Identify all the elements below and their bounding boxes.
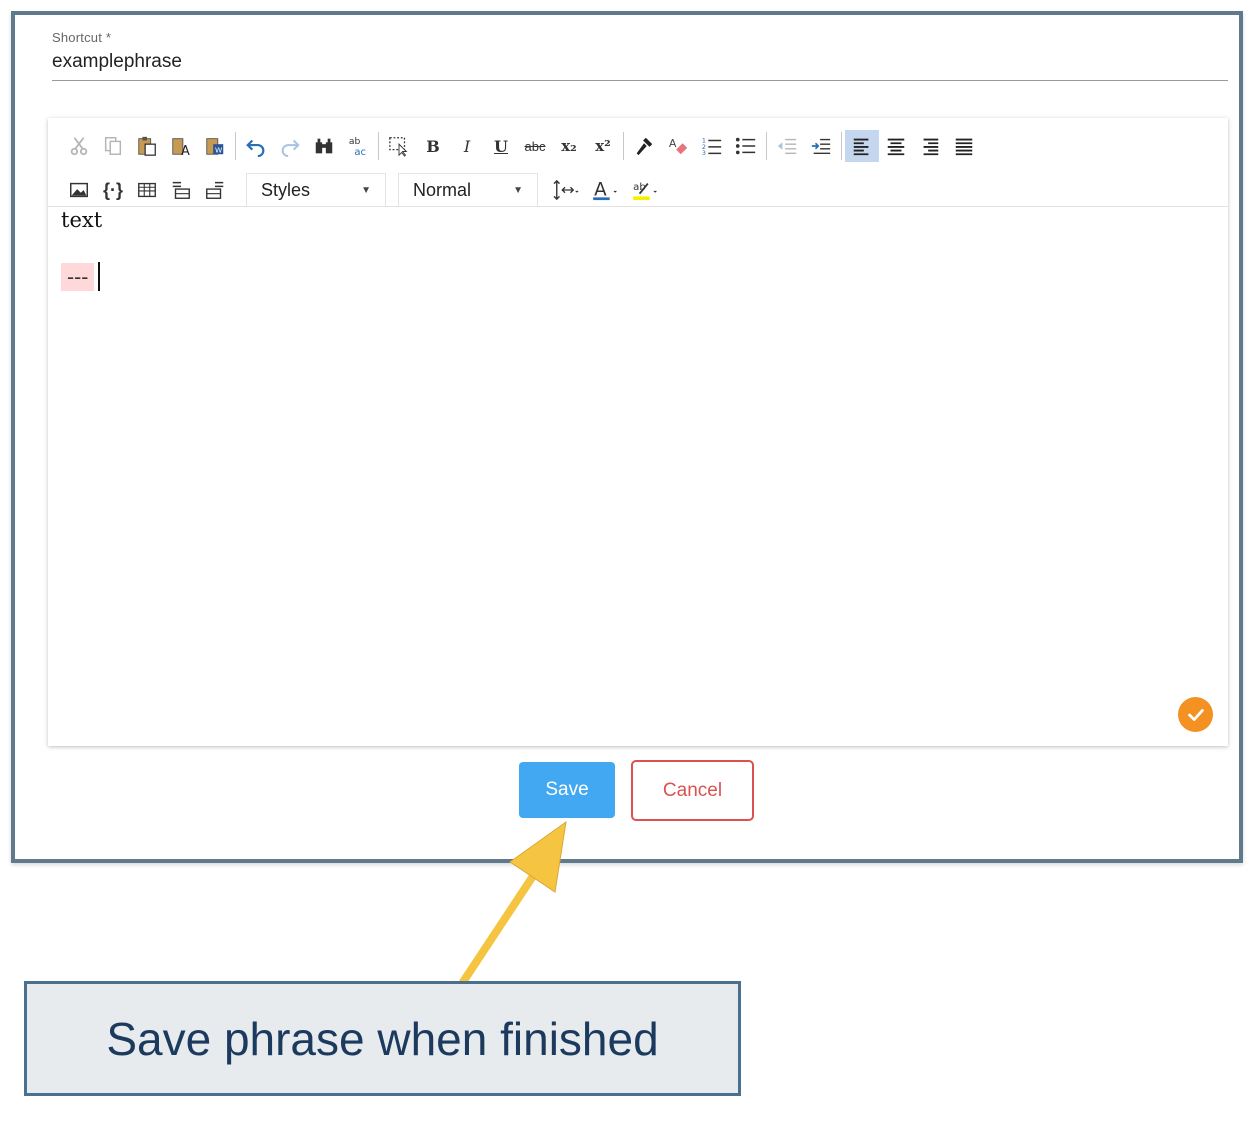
align-center-icon[interactable] <box>879 130 913 162</box>
numbered-list-icon[interactable]: 123 <box>695 130 729 162</box>
editor-toolbar: A W ab ac B I U abc x₂ x² A 1 2 3 {·} St… <box>48 118 1228 207</box>
format-dropdown[interactable]: Normal ▼ <box>398 173 538 207</box>
redo-icon[interactable] <box>273 130 307 162</box>
paste-word-icon[interactable]: W <box>198 130 232 162</box>
editor-highlighted-placeholder[interactable]: --- <box>61 263 95 291</box>
callout-text: Save phrase when finished <box>106 1012 659 1065</box>
toolbar-row-1: A W ab ac B I U abc x₂ x² A 1 2 3 <box>62 128 981 164</box>
insert-row-above-icon[interactable] <box>164 174 198 206</box>
svg-text:ac: ac <box>354 147 366 157</box>
underline-button[interactable]: U <box>484 130 518 162</box>
source-button[interactable]: {·} <box>96 174 130 206</box>
shortcut-underline <box>52 80 1228 81</box>
styles-dropdown[interactable]: Styles ▼ <box>246 173 386 207</box>
find-icon[interactable] <box>307 130 341 162</box>
table-icon[interactable] <box>130 174 164 206</box>
strikethrough-button[interactable]: abc <box>518 130 552 162</box>
line-height-icon[interactable] <box>544 174 586 206</box>
format-dropdown-label: Normal <box>413 179 472 200</box>
toolbar-separator <box>766 132 767 160</box>
subscript-button[interactable]: x₂ <box>552 130 586 162</box>
align-right-icon[interactable] <box>913 130 947 162</box>
svg-text:3: 3 <box>702 149 706 157</box>
shortcut-input[interactable]: examplephrase <box>52 51 182 73</box>
svg-text:W: W <box>215 145 222 154</box>
background-color-icon[interactable]: ab <box>626 174 666 206</box>
remove-format-icon[interactable]: A <box>661 130 695 162</box>
italic-button[interactable]: I <box>450 130 484 162</box>
styles-dropdown-label: Styles <box>261 179 311 200</box>
copy-format-icon[interactable] <box>627 130 661 162</box>
toolbar-separator <box>378 132 379 160</box>
paste-text-icon[interactable]: A <box>164 130 198 162</box>
superscript-button[interactable]: x² <box>586 130 620 162</box>
dialog-frame: Shortcut * examplephrase A W ab ac B I U… <box>11 11 1243 863</box>
paste-icon[interactable] <box>130 130 164 162</box>
toolbar-separator <box>623 132 624 160</box>
undo-icon[interactable] <box>239 130 273 162</box>
shortcut-label: Shortcut * <box>52 30 112 45</box>
text-cursor <box>98 262 100 291</box>
bold-button[interactable]: B <box>416 130 450 162</box>
cut-icon[interactable] <box>62 130 96 162</box>
align-left-icon[interactable] <box>845 130 879 162</box>
toolbar-separator <box>841 132 842 160</box>
copy-icon[interactable] <box>96 130 130 162</box>
toolbar-separator <box>235 132 236 160</box>
text-color-icon[interactable]: A <box>586 174 626 206</box>
insert-row-below-icon[interactable] <box>198 174 232 206</box>
svg-text:ab: ab <box>349 136 361 147</box>
instruction-callout: Save phrase when finished <box>24 981 741 1096</box>
bulleted-list-icon[interactable] <box>729 130 763 162</box>
svg-text:A: A <box>181 144 190 157</box>
toolbar-row-2: {·} Styles ▼ Normal ▼ A ab <box>62 172 666 208</box>
spellcheck-ok-icon[interactable] <box>1178 697 1213 732</box>
rich-text-editor: A W ab ac B I U abc x₂ x² A 1 2 3 {·} St… <box>48 118 1228 746</box>
cancel-button[interactable]: Cancel <box>631 760 754 821</box>
replace-icon[interactable]: ab ac <box>341 130 375 162</box>
justify-icon[interactable] <box>947 130 981 162</box>
chevron-down-icon: ▼ <box>361 184 371 196</box>
chevron-down-icon: ▼ <box>513 184 523 196</box>
svg-text:A: A <box>669 137 677 150</box>
indent-icon[interactable] <box>804 130 838 162</box>
outdent-icon[interactable] <box>770 130 804 162</box>
editor-line-text[interactable]: text <box>61 208 102 232</box>
select-all-icon[interactable] <box>382 130 416 162</box>
save-button[interactable]: Save <box>519 762 615 818</box>
image-icon[interactable] <box>62 174 96 206</box>
